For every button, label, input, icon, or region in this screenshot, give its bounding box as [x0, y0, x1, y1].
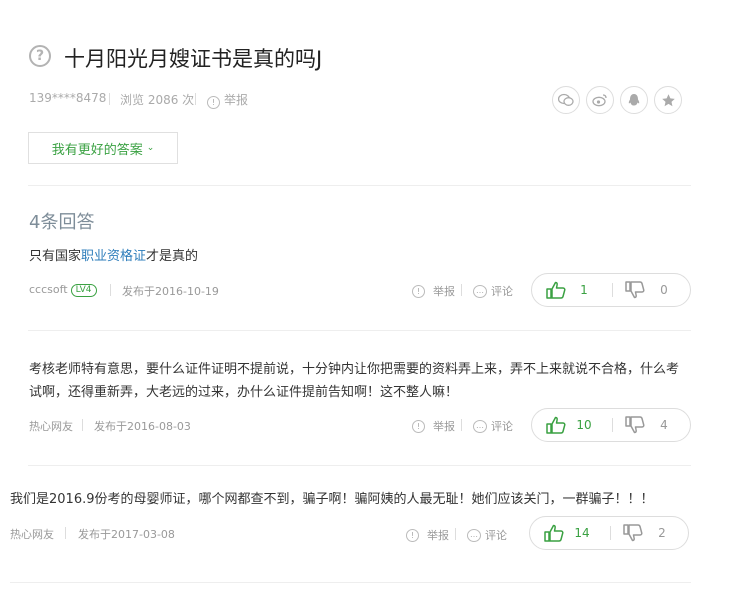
answer-text: 我们是2016.9份考的母婴师证，哪个网都查不到，骗子啊！骗阿姨的人最无耻！她们… [10, 492, 654, 507]
wechat-icon [558, 93, 574, 106]
upvote-count: 14 [574, 526, 590, 540]
better-answer-button[interactable]: 我有更好的答案 ⌄ [28, 132, 178, 164]
vote-box: 1 0 [531, 273, 691, 307]
downvote-count: 4 [660, 418, 668, 432]
question-icon: ? [29, 45, 51, 67]
qualification-link[interactable]: 职业资格证 [81, 249, 146, 264]
answer-count: 4条回答 [29, 212, 95, 233]
report-icon: ! [207, 96, 220, 109]
qq-icon [628, 93, 640, 105]
level-badge: LV4 [70, 284, 97, 297]
answer-author[interactable]: 热心网友 [10, 526, 54, 542]
divider [195, 93, 196, 105]
divider [82, 419, 83, 431]
weibo-share-button[interactable] [586, 86, 614, 114]
divider [109, 93, 110, 105]
divider [65, 527, 66, 539]
upvote-count: 10 [576, 418, 592, 432]
downvote-count: 2 [658, 526, 666, 540]
divider [610, 526, 611, 540]
report-icon: ! [412, 419, 425, 433]
divider [10, 582, 691, 583]
thumbs-down-icon[interactable] [625, 416, 645, 434]
comment-label: 评论 [491, 420, 513, 433]
view-count: 浏览 2086 次 [120, 93, 195, 107]
report-icon: ! [406, 528, 419, 542]
divider [612, 283, 613, 297]
divider [612, 418, 613, 432]
comment-link[interactable]: … 评论 [473, 283, 513, 299]
comment-link[interactable]: … 评论 [473, 418, 513, 434]
better-answer-label: 我有更好的答案 [51, 142, 143, 158]
divider [28, 185, 691, 186]
report-link[interactable]: ! 举报 [412, 418, 455, 434]
answer-text-part: 只有国家 [29, 249, 82, 264]
answer-date: 发布于2016-08-03 [94, 420, 191, 433]
divider [461, 284, 462, 296]
answer-text: 考核老师特有意思，要什么证件证明不提前说，十分钟内让你把需要的资料弄上来，弄不上… [29, 362, 680, 377]
report-icon: ! [412, 284, 425, 298]
vote-box: 10 4 [531, 408, 691, 442]
downvote-count: 0 [660, 283, 668, 297]
answer-author[interactable]: 热心网友 [29, 418, 73, 434]
thumbs-up-icon[interactable] [546, 416, 566, 434]
comment-link[interactable]: … 评论 [467, 527, 507, 543]
answer-text: 只有国家职业资格证才是真的 [29, 245, 198, 264]
comment-icon: … [467, 528, 481, 542]
wechat-share-button[interactable] [552, 86, 580, 114]
comment-label: 评论 [491, 285, 513, 298]
answer-author[interactable]: cccsoft LV4 [29, 283, 97, 297]
report-label: 举报 [433, 420, 455, 433]
favorite-button[interactable] [654, 86, 682, 114]
report-label: 举报 [427, 529, 449, 542]
answer-text-part: 才是真的 [146, 249, 199, 264]
report-link[interactable]: ! 举报 [406, 527, 449, 543]
vote-box: 14 2 [529, 516, 689, 550]
comment-icon: … [473, 284, 487, 298]
answer-date: 发布于2016-10-19 [122, 285, 219, 298]
thumbs-down-icon[interactable] [623, 524, 643, 542]
divider [461, 419, 462, 431]
thumbs-down-icon[interactable] [625, 281, 645, 299]
report-link[interactable]: ! 举报 [412, 283, 455, 299]
qq-share-button[interactable] [620, 86, 648, 114]
thumbs-up-icon[interactable] [546, 281, 566, 299]
author-name: cccsoft [29, 283, 68, 296]
answer-date: 发布于2017-03-08 [78, 528, 175, 541]
asker-name[interactable]: 139****8478 [29, 91, 106, 105]
divider [28, 330, 691, 331]
divider [28, 465, 691, 466]
report-label: 举报 [433, 285, 455, 298]
page-title: 十月阳光月嫂证书是真的吗J [64, 47, 323, 71]
report-label: 举报 [224, 93, 249, 107]
divider [455, 528, 456, 540]
weibo-icon [592, 94, 607, 107]
upvote-count: 1 [580, 283, 588, 297]
favorite-icon [661, 93, 675, 106]
chevron-down-icon: ⌄ [146, 143, 155, 153]
comment-label: 评论 [485, 529, 507, 542]
comment-icon: … [473, 419, 487, 433]
answer-text: 试啊，还得重新弄，大老远的过来，办什么证件提前告知啊！这不整人嘛！ [29, 385, 459, 400]
question-report-link[interactable]: ! 举报 [207, 91, 248, 109]
divider [110, 284, 111, 296]
thumbs-up-icon[interactable] [544, 524, 564, 542]
